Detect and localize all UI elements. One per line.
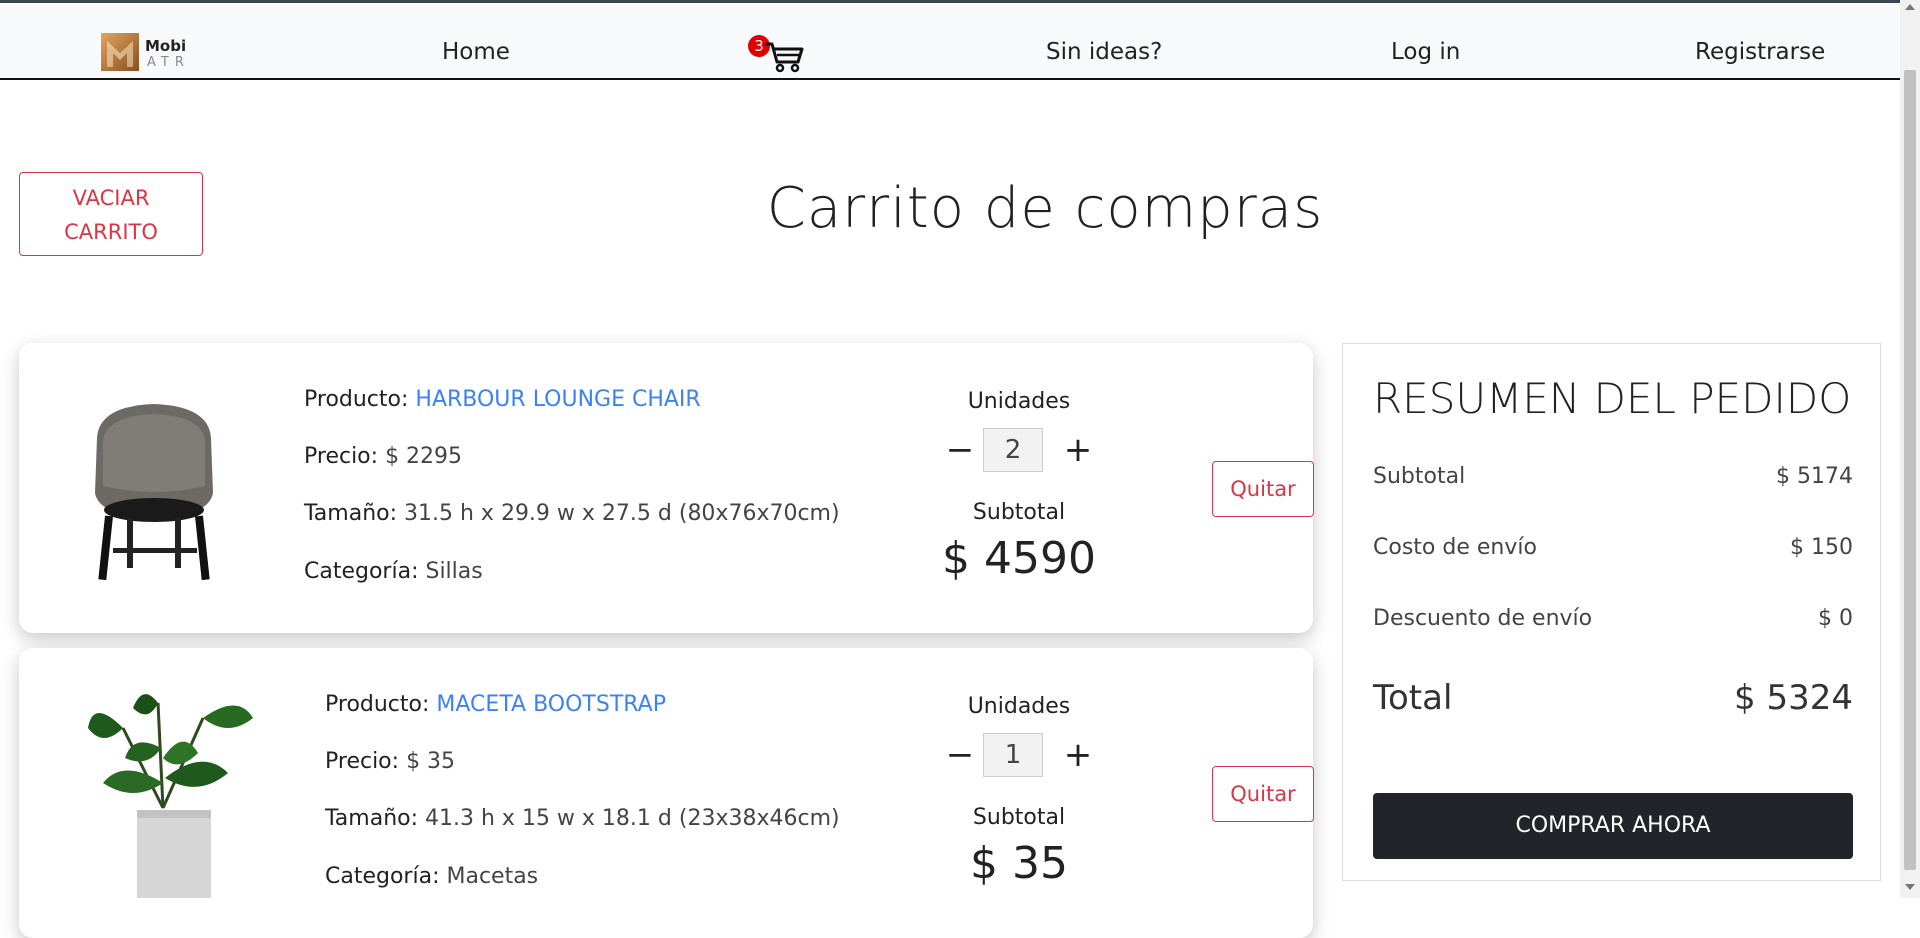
summary-shipping-label: Costo de envío	[1373, 535, 1537, 560]
increase-quantity-button[interactable]: +	[1063, 735, 1093, 775]
product-name-link[interactable]: MACETA BOOTSTRAP	[436, 692, 666, 717]
nav-home-link[interactable]: Home	[442, 39, 510, 65]
product-price: $ 35	[406, 749, 456, 774]
item-subtotal-value: $ 35	[970, 838, 1068, 889]
product-category: Macetas	[446, 864, 539, 889]
product-category: Sillas	[425, 559, 483, 584]
nav-ideas-link[interactable]: Sin ideas?	[1046, 39, 1162, 65]
units-label: Unidades	[967, 694, 1071, 719]
price-label: Precio:	[325, 749, 400, 774]
cart-link[interactable]: 3	[748, 35, 808, 75]
item-subtotal-label: Subtotal	[972, 500, 1066, 525]
quantity-block: Unidades − 1 + Subtotal $ 35	[919, 694, 1119, 889]
logo[interactable]: Mobi ATR	[101, 33, 193, 75]
product-size-row: Tamaño: 41.3 h x 15 w x 18.1 d (23x38x46…	[325, 806, 840, 831]
quantity-input[interactable]: 2	[983, 428, 1043, 472]
product-category-row: Categoría: Sillas	[304, 559, 483, 584]
item-subtotal-label: Subtotal	[972, 805, 1066, 830]
scroll-down-arrow-icon[interactable]	[1905, 884, 1915, 890]
quantity-stepper: − 1 +	[919, 733, 1119, 781]
size-label: Tamaño:	[304, 501, 398, 526]
product-price: $ 2295	[385, 444, 463, 469]
summary-title: RESUMEN DEL PEDIDO	[1373, 374, 1852, 423]
buy-now-button[interactable]: COMPRAR AHORA	[1373, 793, 1853, 859]
product-size: 31.5 h x 29.9 w x 27.5 d (80x76x70cm)	[404, 501, 840, 526]
logo-mark-icon	[101, 33, 139, 71]
product-image-chair	[95, 404, 213, 581]
quantity-stepper: − 2 +	[919, 428, 1119, 476]
logo-text-top: Mobi	[145, 37, 187, 55]
summary-discount-label: Descuento de envío	[1373, 606, 1593, 631]
size-label: Tamaño:	[325, 806, 419, 831]
product-price-row: Precio: $ 35	[325, 749, 455, 774]
cart-item: Producto: HARBOUR LOUNGE CHAIR Precio: $…	[19, 343, 1314, 633]
product-label: Producto:	[304, 387, 409, 412]
summary-shipping-value: $ 150	[1790, 535, 1853, 560]
logo-text-bottom: ATR	[147, 55, 190, 70]
remove-item-button[interactable]: Quitar	[1212, 461, 1314, 517]
increase-quantity-button[interactable]: +	[1063, 430, 1093, 470]
quantity-block: Unidades − 2 + Subtotal $ 4590	[919, 389, 1119, 584]
empty-cart-label-line1: VACIAR	[72, 186, 150, 210]
empty-cart-button[interactable]: VACIAR CARRITO	[19, 172, 203, 256]
product-category-row: Categoría: Macetas	[325, 864, 538, 889]
product-image-plant	[88, 694, 253, 898]
nav-register-link[interactable]: Registrarse	[1695, 39, 1825, 65]
summary-subtotal-value: $ 5174	[1776, 464, 1853, 489]
summary-discount-value: $ 0	[1818, 606, 1853, 631]
nav-login-link[interactable]: Log in	[1391, 39, 1460, 65]
units-label: Unidades	[967, 389, 1071, 414]
order-summary: RESUMEN DEL PEDIDO Subtotal $ 5174 Costo…	[1342, 343, 1881, 881]
price-label: Precio:	[304, 444, 379, 469]
summary-total-row: Total $ 5324	[1373, 678, 1853, 718]
page-title: Carrito de compras	[766, 176, 1324, 241]
decrease-quantity-button[interactable]: −	[945, 430, 975, 470]
quantity-input[interactable]: 1	[983, 733, 1043, 777]
product-size-row: Tamaño: 31.5 h x 29.9 w x 27.5 d (80x76x…	[304, 501, 840, 526]
product-size: 41.3 h x 15 w x 18.1 d (23x38x46cm)	[425, 806, 840, 831]
category-label: Categoría:	[325, 864, 440, 889]
scrollbar-thumb[interactable]	[1904, 70, 1916, 870]
category-label: Categoría:	[304, 559, 419, 584]
shopping-cart-icon	[766, 42, 804, 73]
product-name-link[interactable]: HARBOUR LOUNGE CHAIR	[415, 387, 700, 412]
navbar: Mobi ATR Home 3 Sin ideas? Log in Regist…	[0, 3, 1900, 80]
remove-item-button[interactable]: Quitar	[1212, 766, 1314, 822]
summary-subtotal-label: Subtotal	[1373, 464, 1466, 489]
item-subtotal-value: $ 4590	[942, 533, 1096, 584]
product-name-row: Producto: MACETA BOOTSTRAP	[325, 692, 666, 717]
scroll-up-arrow-icon[interactable]	[1905, 4, 1915, 10]
summary-shipping-row: Costo de envío $ 150	[1373, 535, 1853, 560]
summary-subtotal-row: Subtotal $ 5174	[1373, 464, 1853, 489]
summary-discount-row: Descuento de envío $ 0	[1373, 606, 1853, 631]
page-scrollbar[interactable]	[1900, 0, 1920, 898]
product-price-row: Precio: $ 2295	[304, 444, 462, 469]
summary-total-label: Total	[1373, 678, 1453, 718]
product-label: Producto:	[325, 692, 430, 717]
cart-item: Producto: MACETA BOOTSTRAP Precio: $ 35 …	[19, 648, 1314, 938]
decrease-quantity-button[interactable]: −	[945, 735, 975, 775]
empty-cart-label-line2: CARRITO	[64, 220, 158, 244]
product-name-row: Producto: HARBOUR LOUNGE CHAIR	[304, 387, 701, 412]
summary-total-value: $ 5324	[1734, 678, 1853, 718]
